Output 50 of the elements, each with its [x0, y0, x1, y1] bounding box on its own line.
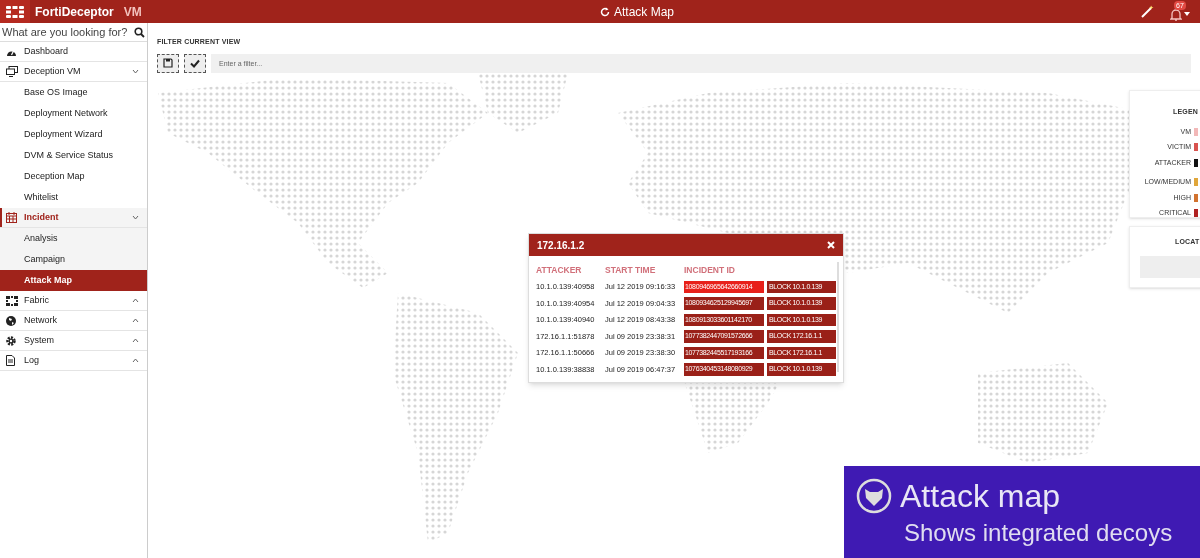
- close-icon[interactable]: [827, 241, 835, 249]
- sidebar-subitem[interactable]: Analysis: [0, 228, 147, 249]
- product-edition: VM: [123, 3, 142, 21]
- sidebar-item-label: Fabric: [24, 293, 50, 307]
- column-header: INCIDENT ID: [684, 264, 736, 277]
- sidebar-subitem[interactable]: Deception Map: [0, 166, 147, 187]
- caption-title: Attack map: [900, 478, 1061, 514]
- sidebar-item[interactable]: Incident: [0, 208, 147, 228]
- search-field[interactable]: What are you looking for?: [0, 23, 147, 42]
- caption-subtitle: Shows integrated decoys: [904, 518, 1174, 548]
- fox-head-icon: [856, 478, 892, 514]
- globe-icon: [6, 315, 16, 326]
- settings-icon: [6, 335, 16, 346]
- sidebar-subitem[interactable]: Base OS Image: [0, 82, 147, 103]
- popup-title: 172.16.1.2: [537, 238, 585, 253]
- sidebar-item-label: Log: [24, 353, 41, 367]
- sidebar-subitem[interactable]: DVM & Service Status: [0, 145, 147, 166]
- chevron-icon[interactable]: [132, 215, 139, 220]
- calendar-icon: [6, 212, 17, 223]
- chevron-icon[interactable]: [132, 69, 139, 74]
- apply-button[interactable]: [184, 53, 206, 73]
- search-icon[interactable]: [134, 26, 145, 38]
- grid-icon: [6, 295, 18, 306]
- chevron-icon[interactable]: [132, 338, 139, 343]
- monitor-icon: [6, 66, 18, 77]
- save-button[interactable]: [157, 53, 179, 73]
- page-title: Attack Map: [614, 3, 675, 21]
- bell-icon[interactable]: [1170, 8, 1182, 21]
- chevron-icon[interactable]: [132, 318, 139, 323]
- sidebar-item-label: Network: [24, 313, 58, 327]
- caret-icon[interactable]: [1184, 12, 1190, 16]
- document-icon: [6, 355, 15, 366]
- sidebar-item-label: System: [24, 333, 55, 347]
- chevron-icon[interactable]: [132, 358, 139, 363]
- chevron-icon[interactable]: [132, 298, 139, 303]
- sidebar-subitem[interactable]: Campaign: [0, 249, 147, 270]
- sidebar-subitem[interactable]: Attack Map: [0, 270, 147, 291]
- checkmark-icon: [190, 58, 200, 68]
- column-header: START TIME: [605, 264, 657, 277]
- sidebar-item-label: Dashboard: [24, 44, 70, 58]
- sidebar-subitem[interactable]: Deployment Wizard: [0, 124, 147, 145]
- wand-icon[interactable]: [1141, 5, 1154, 18]
- product-name: FortiDeceptor: [35, 3, 114, 21]
- sidebar-item-label: Deception VM: [24, 64, 82, 78]
- scrollbar[interactable]: [837, 262, 839, 372]
- sidebar-subitem[interactable]: Whitelist: [0, 187, 147, 208]
- refresh-icon[interactable]: [600, 6, 610, 17]
- sidebar-subitem[interactable]: Deployment Network: [0, 103, 147, 124]
- column-header: ATTACKER: [536, 264, 583, 277]
- sidebar-item-label: Incident: [24, 210, 60, 224]
